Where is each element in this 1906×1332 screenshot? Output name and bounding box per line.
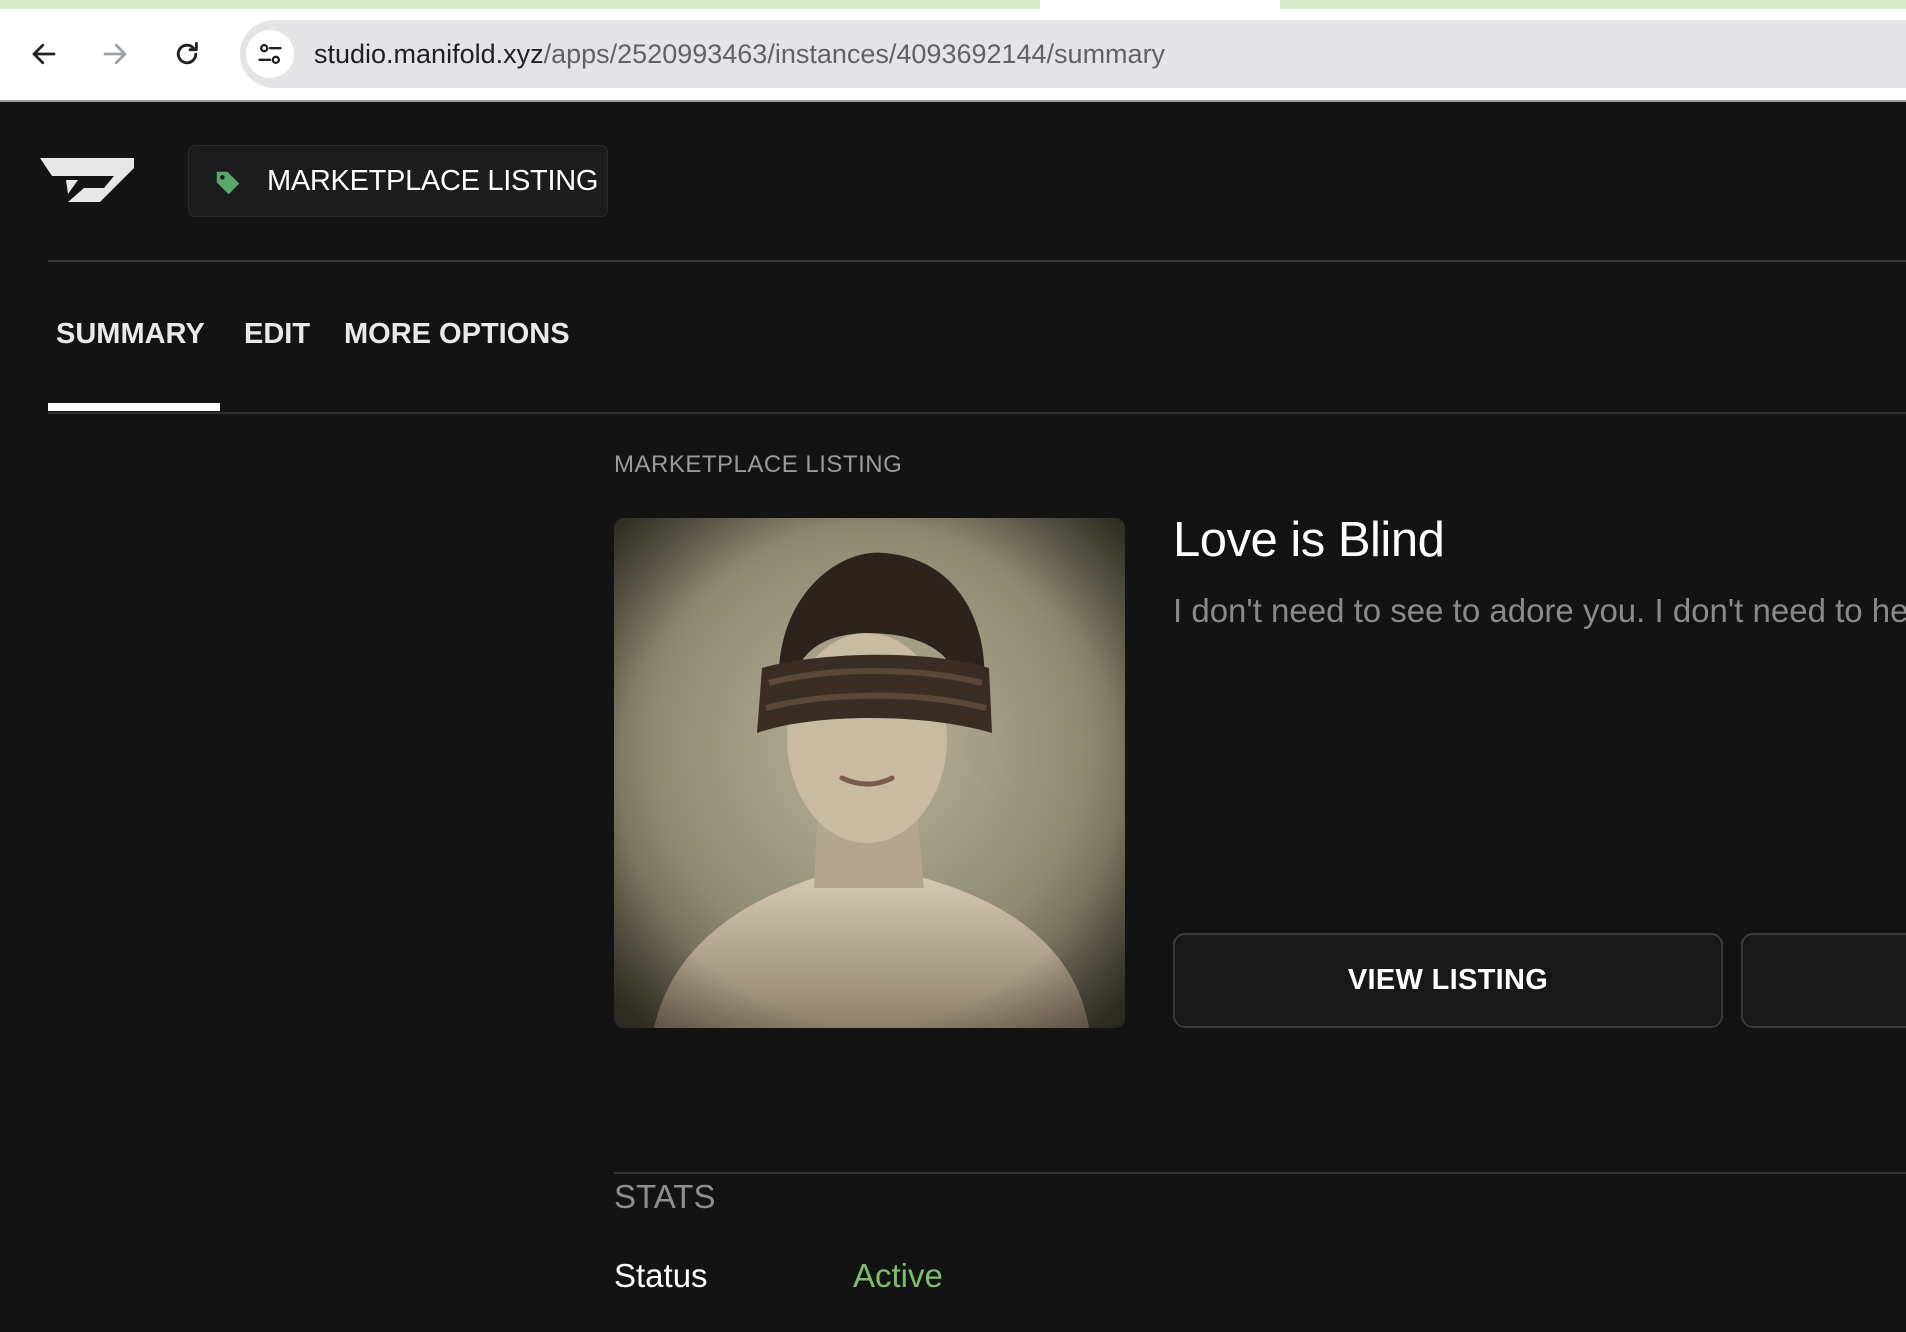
listing-title: Love is Blind xyxy=(1173,513,1445,567)
address-bar[interactable]: studio.manifold.xyz/apps/2520993463/inst… xyxy=(240,20,1906,88)
tab-strip xyxy=(0,0,1906,9)
listing-artwork xyxy=(614,518,1125,1028)
active-tab-indicator xyxy=(48,403,220,411)
arrow-right-icon xyxy=(103,43,127,65)
app-badge[interactable]: MARKETPLACE LISTING xyxy=(188,145,608,217)
browser-chrome: studio.manifold.xyz/apps/2520993463/inst… xyxy=(0,0,1906,102)
forward-button[interactable] xyxy=(95,34,135,74)
arrow-left-icon xyxy=(32,43,56,65)
reload-button[interactable] xyxy=(167,34,207,74)
status-label: Status xyxy=(614,1257,708,1294)
url-path: /apps/2520993463/instances/4093692144/su… xyxy=(543,39,1166,69)
site-info-button[interactable] xyxy=(246,30,294,78)
section-label: MARKETPLACE LISTING xyxy=(614,451,903,478)
reload-icon xyxy=(176,41,198,65)
header-divider xyxy=(48,260,1906,262)
view-listing-button[interactable]: VIEW LISTING xyxy=(1173,933,1723,1028)
url-host: studio.manifold.xyz xyxy=(314,39,544,69)
manifold-logo[interactable] xyxy=(38,156,138,213)
listing-description: I don't need to see to adore you. I don'… xyxy=(1173,592,1906,629)
stats-heading: STATS xyxy=(614,1178,716,1215)
back-button[interactable] xyxy=(24,34,64,74)
stats-divider xyxy=(614,1172,1906,1174)
tune-icon xyxy=(258,43,282,65)
tab-edit[interactable]: EDIT xyxy=(244,318,310,351)
tag-icon xyxy=(216,171,240,195)
tab-more-options[interactable]: MORE OPTIONS xyxy=(344,318,570,351)
secondary-action-button[interactable] xyxy=(1741,933,1906,1028)
app-header: MARKETPLACE LISTING xyxy=(0,102,1906,260)
view-listing-label: VIEW LISTING xyxy=(1347,964,1549,996)
status-value: Active xyxy=(853,1257,943,1294)
tabs-divider xyxy=(48,412,1906,414)
app-badge-label: MARKETPLACE LISTING xyxy=(267,165,599,197)
url-text[interactable]: studio.manifold.xyz/apps/2520993463/inst… xyxy=(314,39,1165,70)
tab-summary[interactable]: SUMMARY xyxy=(56,318,205,351)
